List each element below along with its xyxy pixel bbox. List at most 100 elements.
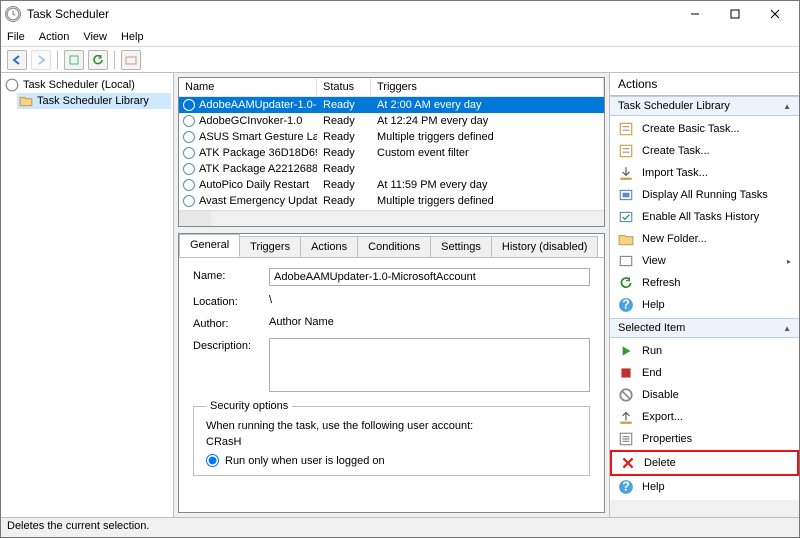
titlebar: Task Scheduler — [1, 1, 799, 27]
tab-triggers[interactable]: Triggers — [239, 236, 301, 257]
action-end[interactable]: End — [610, 362, 799, 384]
actions-section-library[interactable]: Task Scheduler Library▲ — [610, 96, 799, 116]
menu-help[interactable]: Help — [121, 31, 144, 43]
description-field[interactable] — [269, 338, 590, 392]
tab-settings[interactable]: Settings — [430, 236, 492, 257]
author-label: Author: — [193, 316, 269, 330]
action-create-basic-task[interactable]: Create Basic Task... — [610, 118, 799, 140]
menu-view[interactable]: View — [83, 31, 107, 43]
task-row[interactable]: AdobeAAMUpdater-1.0-...ReadyAt 2:00 AM e… — [179, 97, 604, 113]
task-name: AdobeAAMUpdater-1.0-... — [199, 99, 317, 111]
forward-button[interactable] — [31, 50, 51, 70]
name-label: Name: — [193, 268, 269, 282]
action-create-task[interactable]: Create Task... — [610, 140, 799, 162]
toolbar-icon-2[interactable] — [121, 50, 141, 70]
help-icon: ? — [618, 479, 634, 495]
author-value: Author Name — [269, 316, 590, 328]
task-row[interactable]: ATK Package A22126881260Ready — [179, 161, 604, 177]
action-view[interactable]: View▸ — [610, 250, 799, 272]
radio-logged-on-label: Run only when user is logged on — [225, 455, 385, 467]
name-field[interactable] — [269, 268, 590, 286]
action-new-folder[interactable]: New Folder... — [610, 228, 799, 250]
task-row[interactable]: ASUS Smart Gesture Laun...ReadyMultiple … — [179, 129, 604, 145]
clock-icon — [183, 131, 195, 143]
action-disable[interactable]: Disable — [610, 384, 799, 406]
tab-conditions[interactable]: Conditions — [357, 236, 431, 257]
action-label: Export... — [642, 411, 683, 423]
action-label: Disable — [642, 389, 679, 401]
action-label: Help — [642, 481, 665, 493]
back-button[interactable] — [7, 50, 27, 70]
tab-general[interactable]: General — [179, 234, 240, 257]
maximize-button[interactable] — [715, 2, 755, 26]
radio-logged-on[interactable]: Run only when user is logged on — [206, 454, 577, 467]
export-icon — [618, 409, 634, 425]
clock-icon — [183, 99, 195, 111]
tab-actions[interactable]: Actions — [300, 236, 358, 257]
delete-icon — [620, 455, 636, 471]
tree-root-label: Task Scheduler (Local) — [23, 79, 135, 91]
action-run[interactable]: Run — [610, 340, 799, 362]
task-status: Ready — [317, 195, 371, 207]
header-name[interactable]: Name — [179, 78, 317, 96]
horizontal-scrollbar[interactable] — [179, 210, 604, 226]
run-icon — [618, 343, 634, 359]
tree-library[interactable]: Task Scheduler Library — [17, 93, 171, 109]
action-enable-all-tasks-history[interactable]: Enable All Tasks History — [610, 206, 799, 228]
action-display-all-running-tasks[interactable]: Display All Running Tasks — [610, 184, 799, 206]
action-import-task[interactable]: Import Task... — [610, 162, 799, 184]
task-status: Ready — [317, 147, 371, 159]
task-row[interactable]: AutoPico Daily RestartReadyAt 11:59 PM e… — [179, 177, 604, 193]
toolbar — [1, 47, 799, 73]
detail-tabs: General Triggers Actions Conditions Sett… — [179, 234, 604, 258]
task-trigger: At 12:24 PM every day — [371, 115, 604, 127]
task-name: Avast Emergency Update — [199, 195, 317, 207]
tab-history[interactable]: History (disabled) — [491, 236, 599, 257]
clock-icon — [183, 147, 195, 159]
menubar: File Action View Help — [1, 27, 799, 47]
task-trigger: At 11:59 PM every day — [371, 179, 604, 191]
menu-action[interactable]: Action — [39, 31, 70, 43]
action-help[interactable]: ?Help — [610, 294, 799, 316]
statusbar: Deletes the current selection. — [1, 517, 799, 537]
minimize-button[interactable] — [675, 2, 715, 26]
task-trigger: At 2:00 AM every day — [371, 99, 604, 111]
action-label: New Folder... — [642, 233, 707, 245]
actions-pane-title: Actions — [610, 73, 799, 96]
refresh-button[interactable] — [88, 50, 108, 70]
action-properties[interactable]: Properties — [610, 428, 799, 450]
header-triggers[interactable]: Triggers — [371, 78, 604, 96]
location-label: Location: — [193, 294, 269, 308]
action-help[interactable]: ? Help — [610, 476, 799, 498]
toolbar-icon-1[interactable] — [64, 50, 84, 70]
close-button[interactable] — [755, 2, 795, 26]
tree-library-label: Task Scheduler Library — [37, 95, 149, 107]
security-user: CRasH — [206, 436, 577, 448]
security-legend: Security options — [206, 400, 292, 412]
folder-icon — [19, 94, 33, 108]
tree-pane: Task Scheduler (Local) Task Scheduler Li… — [1, 73, 174, 517]
actions-pane: Actions Task Scheduler Library▲ Create B… — [610, 73, 799, 517]
task-name: AdobeGCInvoker-1.0 — [199, 115, 302, 127]
radio-logged-on-input[interactable] — [206, 454, 219, 467]
app-icon — [5, 6, 21, 22]
action-delete[interactable]: Delete — [610, 450, 799, 476]
import-icon — [618, 165, 634, 181]
main-area: Task Scheduler (Local) Task Scheduler Li… — [1, 73, 799, 517]
menu-file[interactable]: File — [7, 31, 25, 43]
actions-section-selected[interactable]: Selected Item▲ — [610, 318, 799, 338]
action-label: Display All Running Tasks — [642, 189, 768, 201]
task-row[interactable]: AdobeGCInvoker-1.0ReadyAt 12:24 PM every… — [179, 113, 604, 129]
action-refresh[interactable]: Refresh — [610, 272, 799, 294]
task-row[interactable]: ATK Package 36D18D69AF...ReadyCustom eve… — [179, 145, 604, 161]
center-pane: Name Status Triggers AdobeAAMUpdater-1.0… — [174, 73, 610, 517]
action-export[interactable]: Export... — [610, 406, 799, 428]
task-list: Name Status Triggers AdobeAAMUpdater-1.0… — [178, 77, 605, 227]
task-status: Ready — [317, 163, 371, 175]
tree-root[interactable]: Task Scheduler (Local) — [3, 77, 171, 93]
header-status[interactable]: Status — [317, 78, 371, 96]
enable-icon — [618, 209, 634, 225]
task-row[interactable]: Avast Emergency UpdateReadyMultiple trig… — [179, 193, 604, 209]
action-label: Refresh — [642, 277, 681, 289]
task-list-header[interactable]: Name Status Triggers — [179, 78, 604, 97]
